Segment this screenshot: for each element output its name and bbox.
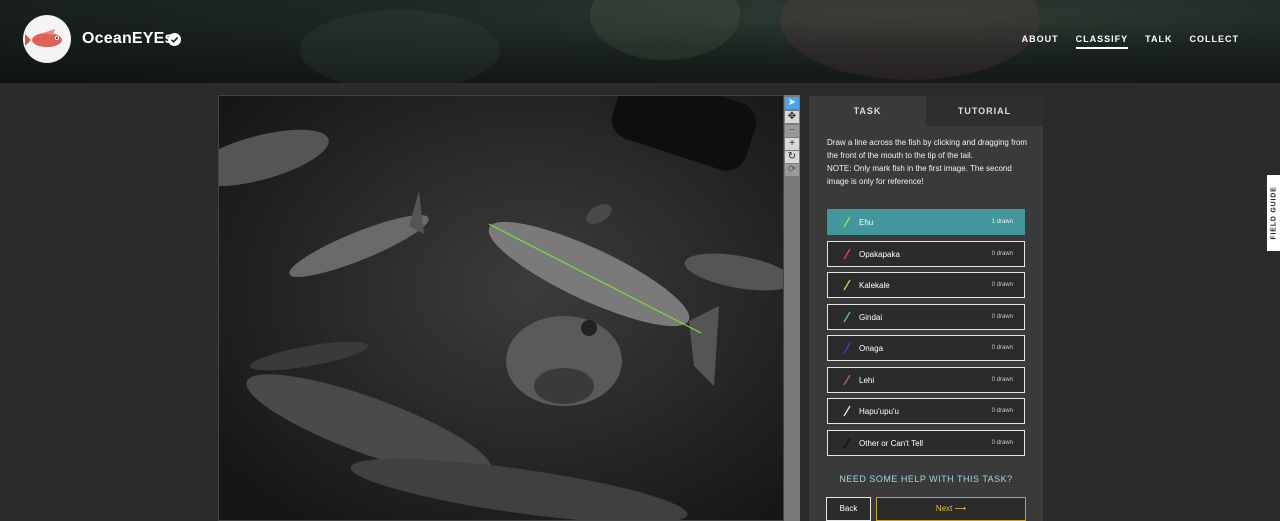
line-tool-icon: [843, 216, 851, 228]
rotate-icon[interactable]: ↻: [785, 151, 799, 163]
tab-tutorial[interactable]: TUTORIAL: [926, 96, 1043, 126]
tool-choice-kalekale[interactable]: Kalekale 0 drawn: [827, 272, 1025, 298]
verified-badge-icon: [168, 33, 181, 46]
line-tool-icon: [843, 437, 851, 449]
tool-choice-label: Opakapaka: [859, 250, 900, 259]
subject-image-viewer[interactable]: [218, 95, 784, 521]
line-tool-icon: [843, 342, 851, 354]
line-tool-icon: [843, 248, 851, 260]
tool-choice-label: Other or Can't Tell: [859, 439, 924, 448]
drawn-count: 0 drawn: [991, 440, 1013, 446]
reset-icon[interactable]: ⟳: [785, 164, 799, 176]
tool-choice-label: Ehu: [859, 218, 874, 227]
image-toolbar: ➤ ✥ − + ↻ ⟳: [784, 95, 800, 521]
field-guide-tab[interactable]: FIELD GUIDE: [1267, 175, 1280, 251]
tool-choice-gindai[interactable]: Gindai 0 drawn: [827, 304, 1025, 330]
line-tool-icon: [843, 405, 851, 417]
nav-about[interactable]: ABOUT: [1022, 34, 1059, 49]
drawn-count: 0 drawn: [991, 377, 1013, 383]
zoom-in-icon[interactable]: +: [785, 138, 799, 150]
task-panel: TASK TUTORIAL Draw a line across the fis…: [809, 96, 1043, 521]
project-avatar[interactable]: [23, 15, 71, 63]
task-tabs: TASK TUTORIAL: [809, 96, 1043, 126]
line-tool-icon: [843, 374, 851, 386]
tool-choice-label: Kalekale: [859, 281, 890, 290]
instruction-note: NOTE: Only mark fish in the first image.…: [827, 164, 1012, 186]
project-header: OceanEYEs ABOUT CLASSIFY TALK COLLECT: [0, 0, 1280, 83]
zoom-out-icon[interactable]: −: [785, 125, 799, 137]
tool-choice-label: Lehi: [859, 376, 875, 385]
tool-choice-other[interactable]: Other or Can't Tell 0 drawn: [827, 430, 1025, 456]
nav-talk[interactable]: TALK: [1145, 34, 1172, 49]
nav-classify[interactable]: CLASSIFY: [1075, 34, 1129, 49]
tool-choice-opakapaka[interactable]: Opakapaka 0 drawn: [827, 241, 1025, 267]
pointer-icon[interactable]: ➤: [785, 97, 799, 109]
tool-choice-label: Hapu'upu'u: [859, 407, 899, 416]
drawn-count: 0 drawn: [991, 251, 1013, 257]
tool-choice-ehu[interactable]: Ehu 1 drawn: [827, 209, 1025, 235]
line-tool-icon: [843, 311, 851, 323]
field-guide-label: FIELD GUIDE: [1270, 186, 1277, 240]
line-tool-icon: [843, 279, 851, 291]
next-button[interactable]: Next ⟶: [876, 497, 1026, 521]
task-help-link[interactable]: NEED SOME HELP WITH THIS TASK?: [809, 474, 1043, 484]
fish-logo-icon: [25, 29, 62, 47]
instruction-text: Draw a line across the fish by clicking …: [827, 138, 1028, 160]
tab-task[interactable]: TASK: [809, 96, 926, 126]
nav-collect[interactable]: COLLECT: [1190, 34, 1240, 49]
tool-choice-hapuupuu[interactable]: Hapu'upu'u 0 drawn: [827, 398, 1025, 424]
drawn-count: 0 drawn: [991, 408, 1013, 414]
project-title[interactable]: OceanEYEs: [82, 30, 174, 48]
drawn-count: 1 drawn: [991, 219, 1013, 225]
task-instructions: Draw a line across the fish by clicking …: [827, 136, 1033, 188]
tool-choice-label: Onaga: [859, 344, 884, 353]
project-nav: ABOUT CLASSIFY TALK COLLECT: [1005, 34, 1239, 49]
pan-icon[interactable]: ✥: [785, 111, 799, 123]
tool-choice-onaga[interactable]: Onaga 0 drawn: [827, 335, 1025, 361]
tool-choice-label: Gindai: [859, 313, 883, 322]
drawn-count: 0 drawn: [991, 314, 1013, 320]
tool-choice-lehi[interactable]: Lehi 0 drawn: [827, 367, 1025, 393]
subject-image: [219, 96, 783, 520]
drawn-count: 0 drawn: [991, 282, 1013, 288]
back-button[interactable]: Back: [826, 497, 871, 521]
drawn-count: 0 drawn: [991, 345, 1013, 351]
